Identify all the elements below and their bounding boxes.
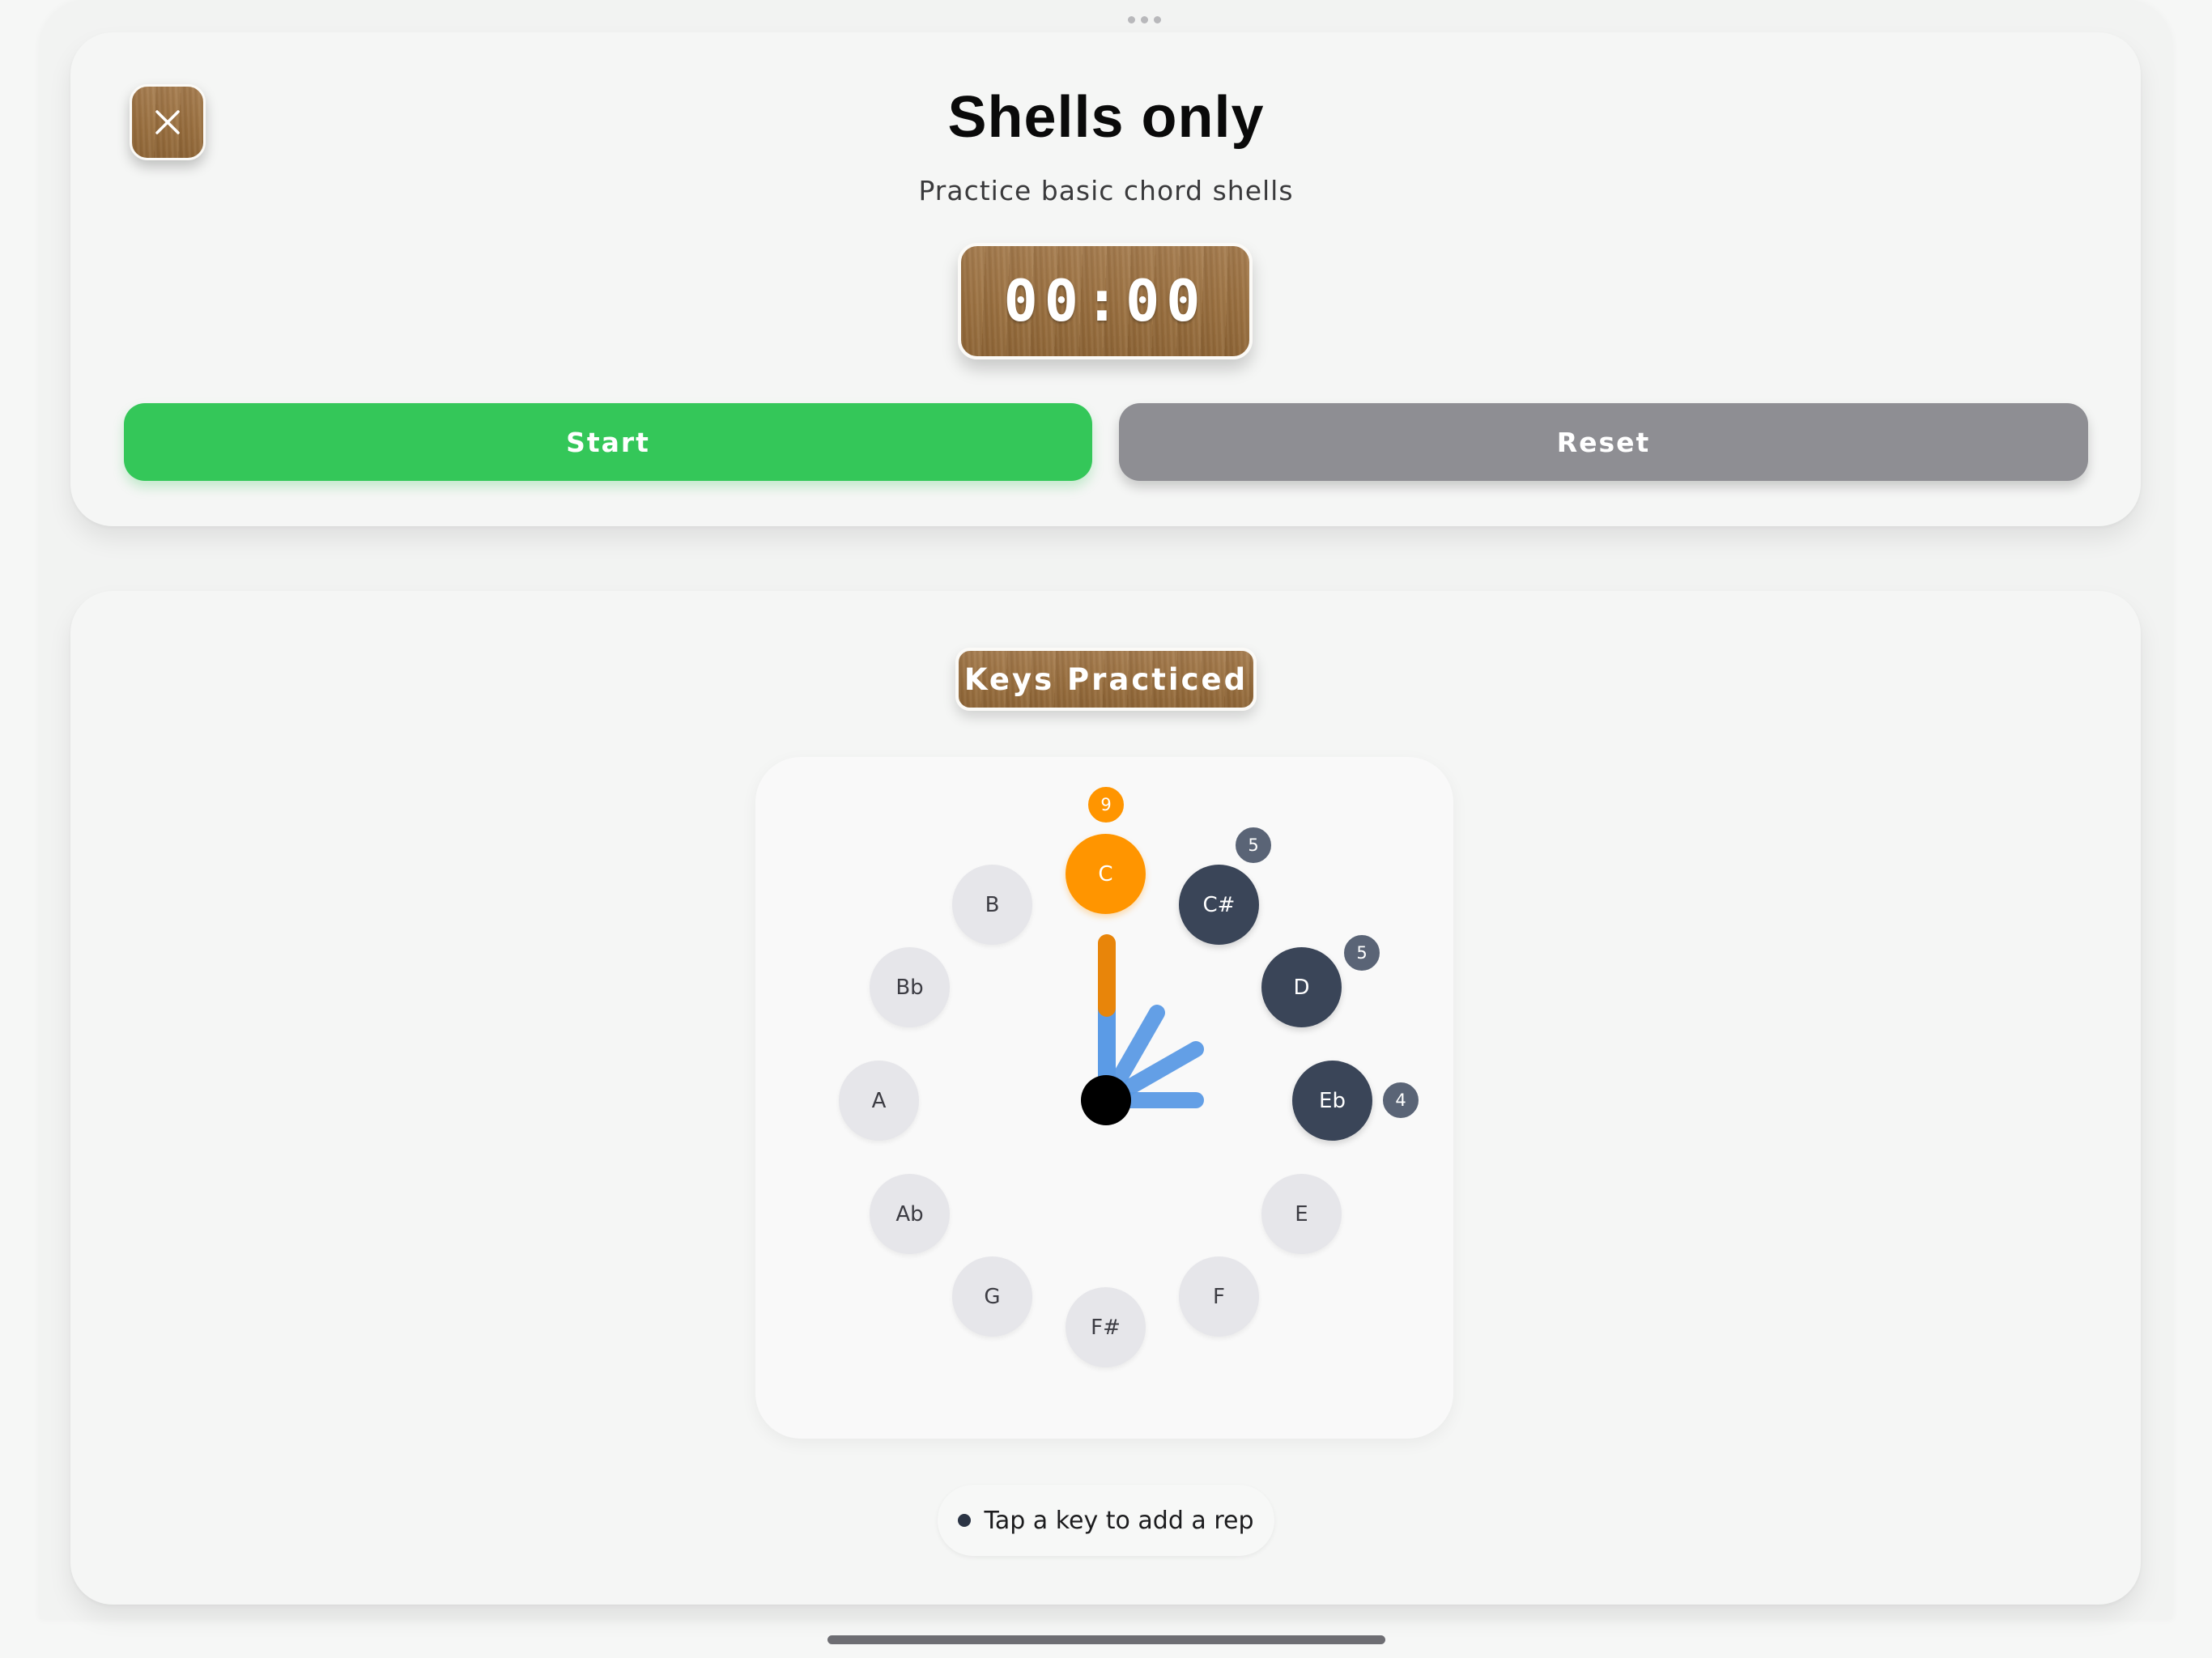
clock-hands [1081,934,1204,1125]
key-f-sharp[interactable]: F# [1066,1287,1146,1367]
hint-dot-icon [958,1514,972,1527]
rep-count-badge-eb: 4 [1381,1081,1420,1120]
key-ab[interactable]: Ab [870,1174,950,1254]
rep-count-badge-d: 5 [1342,933,1381,972]
rep-count-badge-c-sharp: 5 [1234,826,1273,865]
key-bb[interactable]: Bb [870,947,950,1027]
key-b[interactable]: B [952,865,1032,945]
key-a[interactable]: A [839,1061,919,1141]
key-f[interactable]: F [1179,1256,1259,1337]
rep-count-badge-c: 9 [1087,785,1125,824]
key-c[interactable]: C [1066,834,1146,914]
key-c-sharp[interactable]: C# [1179,865,1259,945]
clock-center-dot [1081,1075,1131,1125]
key-g[interactable]: G [952,1256,1032,1337]
hint-pill: Tap a key to add a rep [938,1485,1274,1556]
key-e[interactable]: E [1261,1174,1342,1254]
key-d[interactable]: D [1261,947,1342,1027]
hint-text: Tap a key to add a rep [984,1506,1254,1535]
key-eb[interactable]: Eb [1292,1061,1372,1141]
home-indicator[interactable] [827,1635,1385,1644]
